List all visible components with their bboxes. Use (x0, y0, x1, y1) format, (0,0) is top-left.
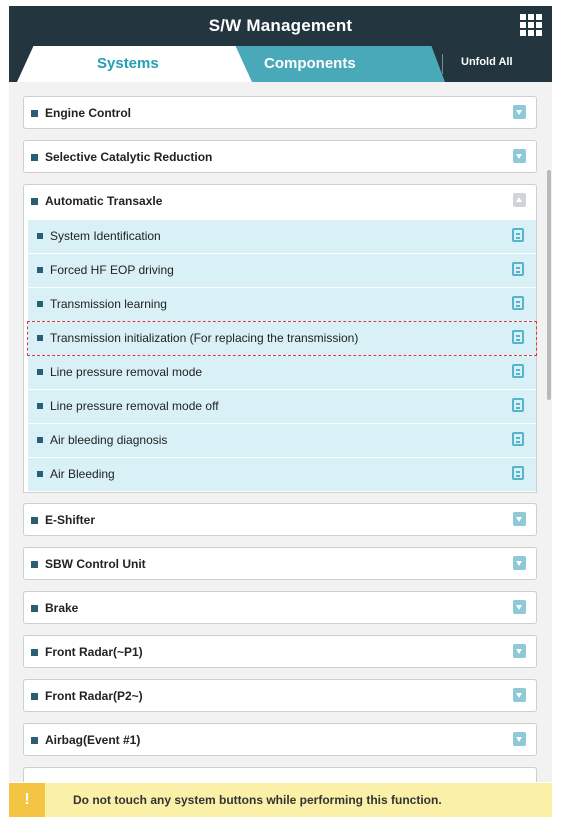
system-label: Engine Control (45, 106, 131, 120)
function-label: Transmission learning (50, 297, 167, 311)
function-item[interactable]: Transmission learning (28, 288, 536, 321)
system-row-engine-control[interactable]: Engine Control (23, 96, 537, 129)
expand-arrow-icon[interactable] (513, 600, 526, 614)
bullet-icon (31, 517, 38, 524)
function-item-selected[interactable]: Transmission initialization (For replaci… (27, 321, 537, 356)
bullet-icon (37, 301, 43, 307)
system-label: Front Radar(P2~) (45, 689, 143, 703)
document-icon[interactable] (512, 398, 524, 412)
function-label: Air bleeding diagnosis (50, 433, 168, 447)
bullet-icon (31, 605, 38, 612)
bullet-icon (37, 471, 43, 477)
document-icon[interactable] (512, 228, 524, 242)
bullet-icon (37, 437, 43, 443)
bullet-icon (31, 198, 38, 205)
tab-divider (442, 54, 443, 74)
bullet-icon (31, 737, 38, 744)
function-item[interactable]: Air Bleeding (28, 458, 536, 491)
function-item[interactable]: Line pressure removal mode off (28, 390, 536, 423)
bullet-icon (31, 693, 38, 700)
bullet-icon (37, 267, 43, 273)
system-row-e-shifter[interactable]: E-Shifter (23, 503, 537, 536)
warning-message: Do not touch any system buttons while pe… (73, 793, 442, 807)
system-row-brake[interactable]: Brake (23, 591, 537, 624)
function-label: Forced HF EOP driving (50, 263, 174, 277)
expand-arrow-icon[interactable] (513, 149, 526, 163)
function-list: System Identification Forced HF EOP driv… (23, 220, 537, 493)
system-label: Selective Catalytic Reduction (45, 150, 213, 164)
collapse-arrow-icon[interactable] (513, 193, 526, 207)
document-icon[interactable] (512, 466, 524, 480)
function-label: System Identification (50, 229, 161, 243)
bullet-icon (31, 561, 38, 568)
tab-bar: Components Systems Unfold All (9, 46, 552, 82)
bullet-icon (37, 369, 43, 375)
document-icon[interactable] (512, 262, 524, 276)
system-label: Front Radar(~P1) (45, 645, 143, 659)
function-item[interactable]: Air bleeding diagnosis (28, 424, 536, 457)
tab-components[interactable]: Components (219, 46, 445, 82)
warning-bar: ! Do not touch any system buttons while … (9, 783, 552, 817)
function-item[interactable]: Forced HF EOP driving (28, 254, 536, 287)
page-title: S/W Management (208, 16, 353, 35)
system-label: SBW Control Unit (45, 557, 146, 571)
function-label: Line pressure removal mode off (50, 399, 219, 413)
system-label: Airbag(Event #1) (45, 733, 141, 747)
bullet-icon (37, 403, 43, 409)
bullet-icon (37, 335, 43, 341)
tab-components-label: Components (264, 55, 356, 72)
expand-arrow-icon[interactable] (513, 644, 526, 658)
function-label: Transmission initialization (For replaci… (50, 331, 359, 345)
system-row-front-radar-p2[interactable]: Front Radar(P2~) (23, 679, 537, 712)
system-row-airbag[interactable]: Airbag(Event #1) (23, 723, 537, 756)
expand-arrow-icon[interactable] (513, 556, 526, 570)
system-label: Automatic Transaxle (45, 194, 163, 208)
bullet-icon (31, 649, 38, 656)
expand-arrow-icon[interactable] (513, 732, 526, 746)
document-icon[interactable] (512, 364, 524, 378)
function-item[interactable]: System Identification (28, 220, 536, 253)
grid-menu-icon[interactable] (520, 14, 542, 36)
bullet-icon (31, 110, 38, 117)
warning-icon: ! (9, 783, 45, 817)
document-icon[interactable] (512, 432, 524, 446)
system-row-automatic-transaxle[interactable]: Automatic Transaxle (23, 184, 537, 220)
tab-systems-label: Systems (97, 55, 159, 72)
app-header: S/W Management Components Systems Unfold… (9, 6, 552, 82)
system-row-partial[interactable] (23, 767, 537, 782)
function-item[interactable]: Line pressure removal mode (28, 356, 536, 389)
system-row-sbw-control-unit[interactable]: SBW Control Unit (23, 547, 537, 580)
function-label: Line pressure removal mode (50, 365, 203, 379)
expand-arrow-icon[interactable] (513, 688, 526, 702)
unfold-all-button[interactable]: Unfold All (461, 56, 513, 68)
scrollbar[interactable] (547, 170, 551, 400)
document-icon[interactable] (512, 296, 524, 310)
system-label: Brake (45, 601, 79, 615)
systems-list-panel: Engine Control Selective Catalytic Reduc… (9, 82, 552, 782)
system-row-front-radar-p1[interactable]: Front Radar(~P1) (23, 635, 537, 668)
bullet-icon (31, 154, 38, 161)
tab-systems[interactable]: Systems (17, 46, 252, 82)
function-label: Air Bleeding (50, 467, 115, 481)
expand-arrow-icon[interactable] (513, 512, 526, 526)
expand-arrow-icon[interactable] (513, 105, 526, 119)
system-label: E-Shifter (45, 513, 96, 527)
system-row-scr[interactable]: Selective Catalytic Reduction (23, 140, 537, 173)
document-icon[interactable] (512, 330, 524, 344)
bullet-icon (37, 233, 43, 239)
